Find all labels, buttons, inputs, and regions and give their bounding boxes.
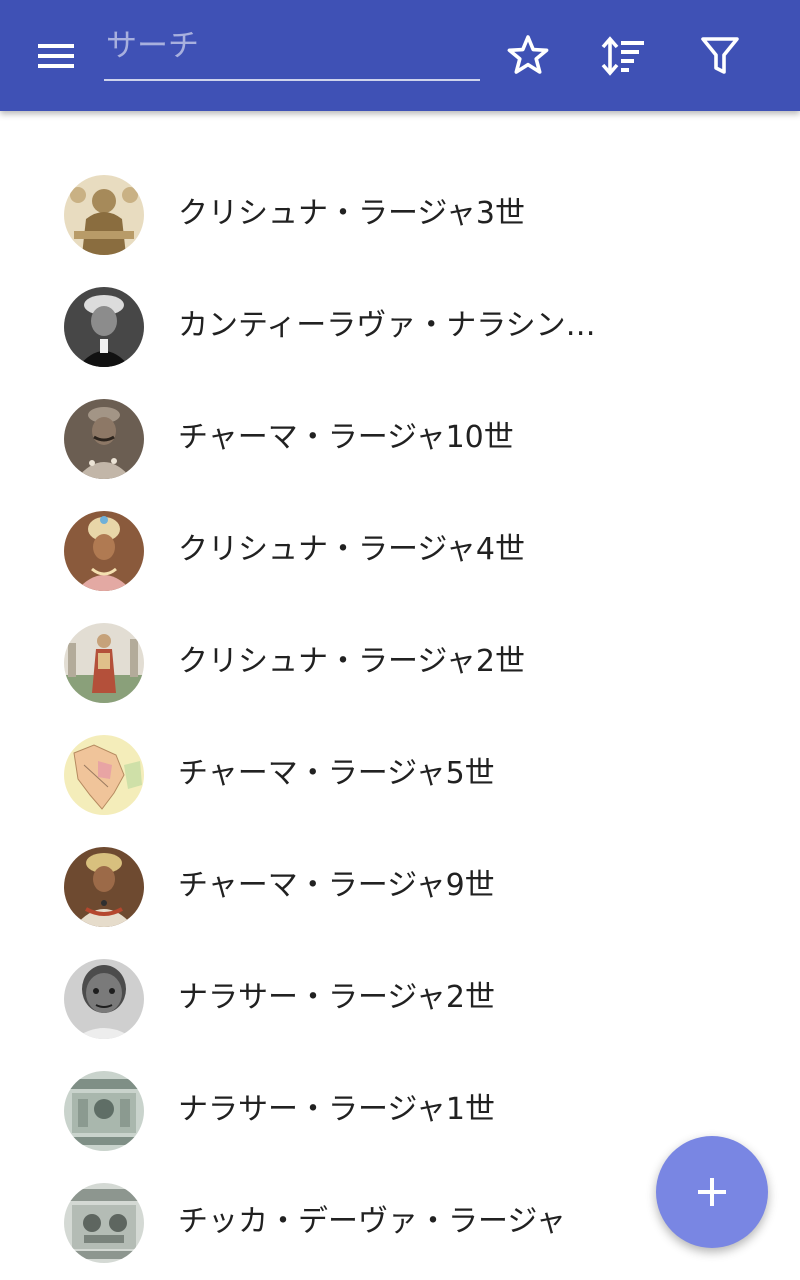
avatar [64, 399, 144, 479]
item-label: クリシュナ・ラージャ3世 [178, 196, 525, 231]
list-item[interactable]: クリシュナ・ラージャ4世 [0, 494, 800, 606]
list-item[interactable]: チャーマ・ラージャ5世 [0, 718, 800, 830]
ruler-list: クリシュナ・ラージャ3世 カンティーラヴァ・ナラシンハ・ラージャ [0, 158, 800, 1278]
list-item[interactable]: クリシュナ・ラージャ2世 [0, 606, 800, 718]
menu-button[interactable] [30, 33, 82, 81]
sort-button[interactable] [596, 28, 652, 84]
list-item[interactable]: チャーマ・ラージャ10世 [0, 382, 800, 494]
item-label: ナラサー・ラージャ2世 [178, 980, 495, 1015]
avatar [64, 959, 144, 1039]
avatar [64, 175, 144, 255]
item-label: クリシュナ・ラージャ4世 [178, 532, 525, 567]
list-item[interactable]: クリシュナ・ラージャ3世 [0, 158, 800, 270]
item-label: チッカ・デーヴァ・ラージャ [178, 1204, 566, 1239]
list-item[interactable]: カンティーラヴァ・ナラシンハ・ラージャ [0, 270, 800, 382]
item-label: チャーマ・ラージャ10世 [178, 420, 514, 455]
item-label: カンティーラヴァ・ナラシンハ・ラージャ [178, 308, 618, 343]
item-label: チャーマ・ラージャ5世 [178, 756, 495, 791]
search-input[interactable] [104, 24, 480, 79]
filter-icon [701, 37, 739, 74]
avatar [64, 511, 144, 591]
item-label: チャーマ・ラージャ9世 [178, 868, 495, 903]
item-label: クリシュナ・ラージャ2世 [178, 644, 525, 679]
avatar [64, 1071, 144, 1151]
menu-icon [38, 44, 74, 68]
avatar [64, 847, 144, 927]
plus-icon [698, 1178, 726, 1206]
search-field [104, 24, 480, 81]
filter-button[interactable] [692, 28, 748, 84]
favorites-button[interactable] [500, 28, 556, 84]
list-item[interactable]: ナラサー・ラージャ2世 [0, 942, 800, 1054]
item-label: ナラサー・ラージャ1世 [178, 1092, 495, 1127]
sort-icon [601, 36, 644, 76]
star-outline-icon [507, 35, 549, 74]
avatar [64, 287, 144, 367]
app-bar [0, 0, 800, 111]
add-button[interactable] [656, 1136, 768, 1248]
avatar [64, 623, 144, 703]
avatar [64, 735, 144, 815]
list-item[interactable]: チャーマ・ラージャ9世 [0, 830, 800, 942]
avatar [64, 1183, 144, 1263]
